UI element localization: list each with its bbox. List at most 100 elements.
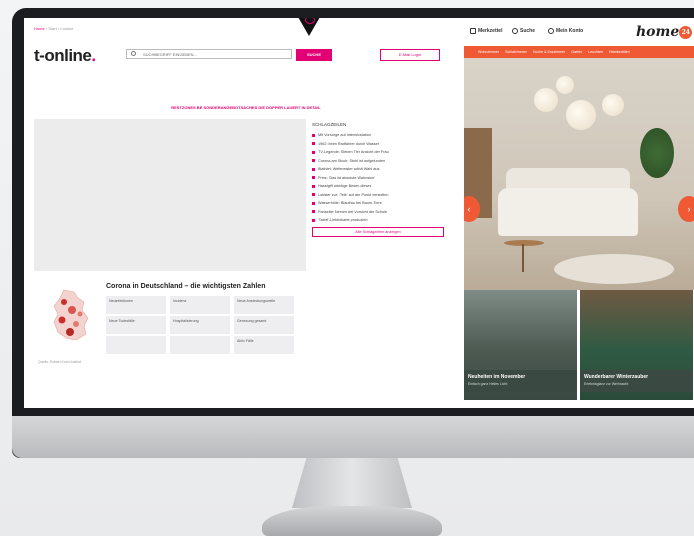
promo-tile-title: Wunderbarer Winterzauber [584, 374, 649, 380]
category-link[interactable]: Heimtextilien [609, 50, 630, 54]
stat-cell: Neue Todesfälle [106, 316, 166, 334]
bullet-icon [312, 133, 315, 137]
promo-tile-subtitle: Erlebnisglanz zur Weihnacht [584, 382, 629, 386]
bullet-icon [312, 167, 315, 171]
all-headlines-button[interactable]: Alle Schlagzeilen anzeigen [312, 226, 444, 237]
headline-list: SCHLAGZEILEN Mit Vorsorge auf Intensivst… [312, 122, 452, 237]
bullet-icon [312, 210, 315, 214]
sofa [498, 188, 638, 236]
category-link[interactable]: Garten [571, 50, 582, 54]
headline-text: Biathlet: Weltmeister wählt Wahl aus [318, 167, 380, 172]
user-icon [548, 28, 554, 34]
headline-text: Hasstgift wichtige Besen dieses [318, 184, 372, 189]
category-link[interactable]: Küche & Esszimmer [533, 50, 565, 54]
headline-text: Mit Vorsorge auf Intensivstation [318, 133, 371, 138]
logo-text: home [636, 24, 680, 40]
promo-tile-label: Neuheiten im November Einfach ganz Helle… [464, 370, 577, 392]
headline-item[interactable]: 'Tatort'-Lieblinkarte produziert [312, 216, 452, 225]
stat-cell [106, 336, 166, 354]
promo-banner[interactable]: RESTZONES BE SONDERANGEBOTSACHES DIE DOP… [116, 105, 376, 110]
headline-item[interactable]: Mit Vorsorge auf Intensivstation [312, 131, 452, 140]
map-caption: Quelle: Robert Koch-Institut [38, 360, 81, 364]
headline-item[interactable]: Wasserhülle: Blaufrau bei Baum-Tiere [312, 199, 452, 208]
stat-cell: Aktiv Fälle [234, 336, 294, 354]
germany-map-icon[interactable] [50, 288, 90, 342]
headline-text: 'Tatort'-Lieblinkarte produziert [318, 218, 368, 223]
headline-text: Wasserhülle: Blaufrau bei Baum-Tiere [318, 201, 382, 206]
headline-item[interactable]: Corona am Stock: Stuhl ist aufgefunden [312, 157, 452, 166]
category-link[interactable]: Leuchten [588, 50, 603, 54]
search-button[interactable]: SUCHE [296, 49, 332, 61]
brand-badge-icon [294, 18, 324, 36]
monitor-stand-foot [262, 506, 442, 536]
corona-section-title: Corona in Deutschland – die wichtigsten … [106, 283, 266, 290]
promo-tile-subtitle: Einfach ganz Helles Licht [468, 382, 508, 386]
pendant-lamp [556, 76, 574, 94]
bullet-icon [312, 159, 315, 163]
promo-tile-winter[interactable]: Wunderbarer Winterzauber Erlebnisglanz z… [580, 290, 693, 400]
stat-cell: Hospitalisierung [170, 316, 230, 334]
pendant-lamp [566, 100, 596, 130]
headline-item[interactable]: Lobster zur: 'Tele' auf der Punkt verste… [312, 191, 452, 200]
hero-banner-image[interactable] [464, 58, 694, 290]
stat-cell: Neue Ansteckungswelle [234, 296, 294, 314]
breadcrumb-home-link[interactable]: Home [34, 26, 45, 31]
wishlist-link[interactable]: Merkzettel [470, 28, 502, 34]
headline-text: Lobster zur: 'Tele' auf der Punkt verste… [318, 192, 389, 197]
search-icon [512, 28, 518, 34]
headline-text: TV-Legende: Sieben Tier Ansicht der Frau [318, 150, 389, 155]
headline-list-title: SCHLAGZEILEN [312, 122, 347, 127]
headline-item[interactable]: Hasstgift wichtige Besen dieses [312, 182, 452, 191]
bullet-icon [312, 150, 315, 154]
bullet-icon [312, 184, 315, 188]
bullet-icon [312, 201, 315, 205]
nav-label: Merkzettel [478, 28, 503, 34]
headline-text: Pariseller Nerven bei Vorsicht der Schul… [318, 209, 388, 214]
breadcrumb-trail: › Start › t-online [44, 26, 74, 31]
side-table [504, 240, 544, 246]
headline-text: Corona am Stock: Stuhl ist aufgefunden [318, 158, 386, 163]
carousel-next-arrow-icon[interactable]: › [678, 196, 694, 222]
headline-text: 1962: beim Radfahrer durch Wasser [318, 141, 380, 146]
t-online-logo[interactable]: t-online. [34, 46, 96, 66]
category-link[interactable]: Schlafzimmer [505, 50, 527, 54]
promo-tile-title: Neuheiten im November [468, 374, 526, 380]
promo-tile-news[interactable]: Neuheiten im November Einfach ganz Helle… [464, 290, 577, 400]
breadcrumb: Home › Start › t-online [34, 26, 73, 31]
heart-icon [470, 28, 476, 34]
headline-item[interactable]: Pariseller Nerven bei Vorsicht der Schul… [312, 208, 452, 217]
home24-page: Merkzettel Suche Mein Konto home 24 Wohnz… [464, 18, 694, 408]
headline-item[interactable]: Biathlet: Weltmeister wählt Wahl aus [312, 165, 452, 174]
home24-header: Merkzettel Suche Mein Konto home 24 [464, 18, 694, 46]
logo-badge: 24 [679, 25, 693, 39]
bullet-icon [312, 176, 315, 180]
monitor-stand-neck [292, 458, 412, 508]
headline-item[interactable]: Prinz: 'Das ist absolute Wahnsinn' [312, 174, 452, 183]
headline-text: Prinz: 'Das ist absolute Wahnsinn' [318, 175, 376, 180]
nav-label: Mein Konto [556, 28, 584, 34]
bullet-icon [312, 142, 315, 146]
category-link[interactable]: Wohnzimmer [478, 50, 499, 54]
logo-dot: . [91, 46, 96, 65]
account-link[interactable]: Mein Konto [548, 28, 583, 34]
monitor-screen: Home › Start › t-online t-online. SUCHBE… [24, 18, 694, 408]
stat-cell: Genesung gesamt [234, 316, 294, 334]
headline-item[interactable]: TV-Legende: Sieben Tier Ansicht der Frau [312, 148, 452, 157]
pendant-lamp [602, 94, 624, 116]
search-input[interactable]: SUCHBEGRIFF EINGEBEN... [126, 49, 292, 59]
pendant-lamp [534, 88, 558, 112]
nav-label: Suche [520, 28, 536, 34]
stat-cell: Inzidenz [170, 296, 230, 314]
home24-logo[interactable]: home 24 [636, 24, 693, 40]
t-online-page: Home › Start › t-online t-online. SUCHBE… [24, 18, 460, 408]
corona-stats-grid: Neuinfektionen Inzidenz Neue Ansteckungs… [106, 296, 296, 354]
monitor-chin [12, 416, 694, 458]
headline-item[interactable]: 1962: beim Radfahrer durch Wasser [312, 140, 452, 149]
bullet-icon [312, 218, 315, 222]
promo-tile-label: Wunderbarer Winterzauber Erlebnisglanz z… [580, 370, 693, 392]
search-link[interactable]: Suche [512, 28, 535, 34]
bullet-icon [312, 193, 315, 197]
ad-placeholder[interactable] [34, 119, 306, 271]
search-icon [131, 51, 136, 56]
email-login-button[interactable]: E-Mail Login [380, 49, 440, 61]
